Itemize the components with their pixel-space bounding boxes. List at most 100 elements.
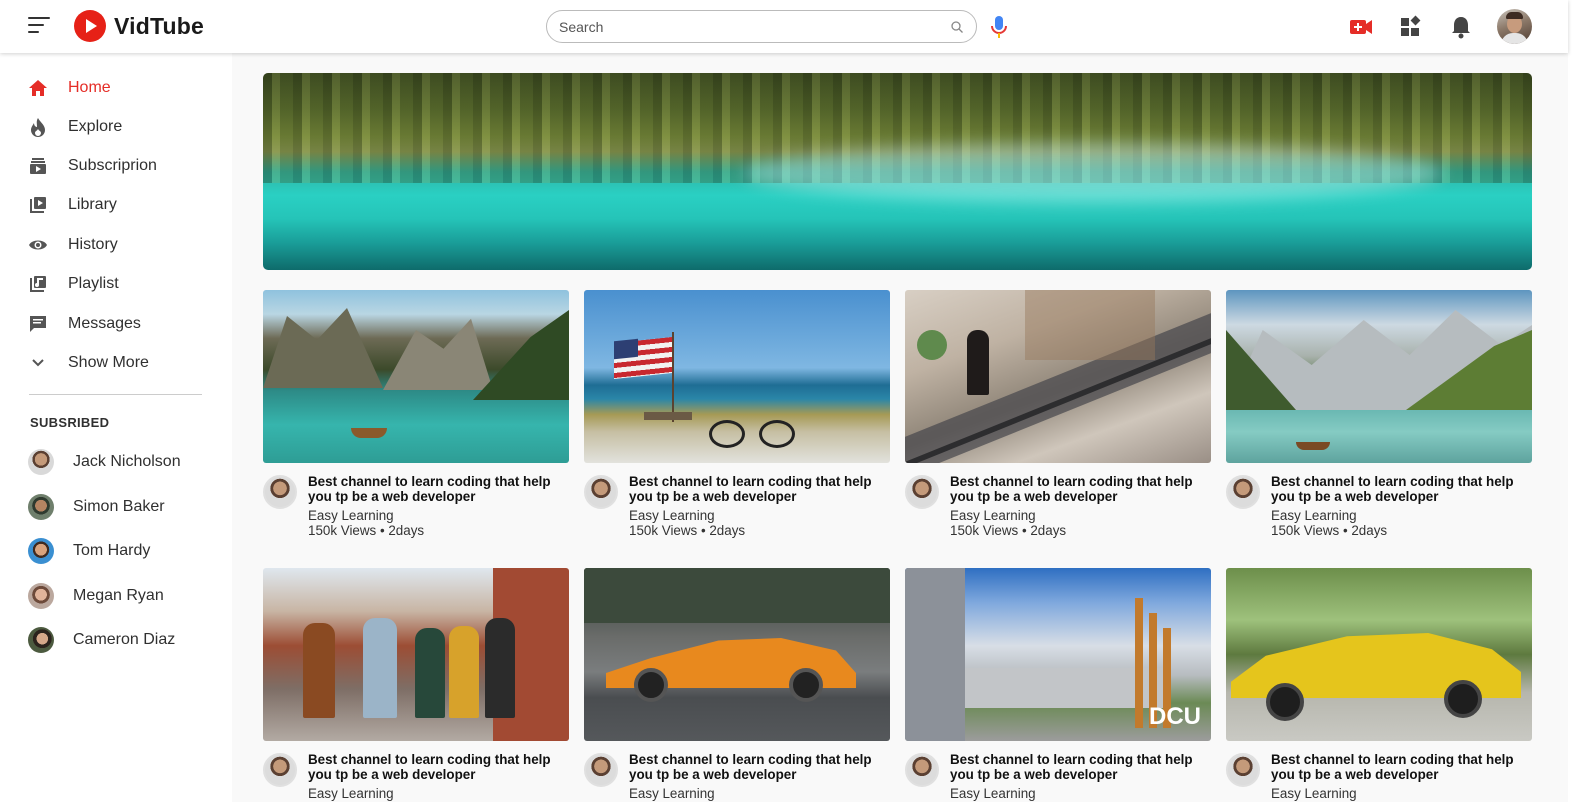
video-card[interactable]: Best channel to learn coding that help y… [1226,290,1533,538]
hero-banner[interactable] [263,73,1532,270]
video-card[interactable]: Best channel to learn coding that help y… [1226,568,1532,802]
channel-avatar[interactable] [1226,753,1260,787]
sidebar-item-label: History [68,236,118,253]
video-title[interactable]: Best channel to learn coding that help y… [950,474,1212,504]
video-card[interactable]: Best channel to learn coding that help y… [584,568,890,802]
channel-avatar[interactable] [263,475,297,509]
subscription-item[interactable]: Simon Baker [28,492,165,522]
top-header: VidTube [0,0,1568,53]
video-add-icon[interactable] [1348,14,1374,40]
sidebar-item-messages[interactable]: Messages [27,309,207,339]
sidebar-item-show-more[interactable]: Show More [27,348,207,378]
sidebar-item-label: Explore [68,118,123,135]
sidebar-item-home[interactable]: Home [27,73,207,103]
video-card[interactable]: DCU Best channel to learn coding that he… [905,568,1211,802]
sidebar-item-label: Library [68,196,117,213]
app-logo[interactable]: VidTube [74,10,204,42]
sidebar-item-label: Home [68,79,111,96]
channel-avatar[interactable] [263,753,297,787]
sidebar-item-playlist[interactable]: Playlist [27,269,207,299]
channel-avatar[interactable] [905,753,939,787]
channel-name[interactable]: Easy Learning [950,786,1036,801]
video-card[interactable]: Best channel to learn coding that help y… [263,568,569,802]
subscription-name: Tom Hardy [73,542,151,559]
channel-name[interactable]: Easy Learning [950,508,1036,523]
video-thumbnail[interactable]: DCU [905,568,1211,741]
explore-icon [27,116,49,138]
sidebar-item-explore[interactable]: Explore [27,112,207,142]
video-stats: 150k Views • 2days [1271,523,1388,538]
subscribed-heading: SUBSRIBED [30,415,110,430]
avatar [28,583,54,609]
sidebar-item-label: Subscriprion [68,157,157,174]
sidebar-item-subscription[interactable]: Subscriprion [27,151,207,181]
user-avatar[interactable] [1497,9,1532,44]
subscription-name: Jack Nicholson [73,453,181,470]
channel-name[interactable]: Easy Learning [308,508,394,523]
sidebar-item-history[interactable]: History [27,230,207,260]
channel-name[interactable]: Easy Learning [629,786,715,801]
sidebar-item-label: Show More [68,354,149,371]
search-icon[interactable] [950,20,964,34]
video-thumbnail[interactable] [263,290,569,463]
video-stats: 150k Views • 2days [950,523,1067,538]
video-stats: 150k Views • 2days [308,523,425,538]
subscription-name: Simon Baker [73,498,165,515]
subscription-name: Megan Ryan [73,587,164,604]
playlist-icon [27,273,49,295]
chevron-down-icon [27,352,49,374]
avatar [28,449,54,475]
video-card[interactable]: Best channel to learn coding that help y… [584,290,891,538]
sidebar-item-label: Playlist [68,275,119,292]
channel-name[interactable]: Easy Learning [629,508,715,523]
sidebar-divider [29,394,202,395]
channel-name[interactable]: Easy Learning [308,786,394,801]
channel-avatar[interactable] [584,753,618,787]
main-content: Best channel to learn coding that help y… [232,53,1568,802]
video-thumbnail[interactable] [584,290,890,463]
subscription-item[interactable]: Cameron Diaz [28,625,175,655]
sidebar-item-library[interactable]: Library [27,190,207,220]
library-icon [27,194,49,216]
video-thumbnail[interactable] [1226,290,1532,463]
sidebar-item-label: Messages [68,315,141,332]
subscription-item[interactable]: Tom Hardy [28,536,150,566]
play-logo-icon [74,10,106,42]
video-stats: 150k Views • 2days [629,523,746,538]
home-icon [27,77,49,99]
notification-bell-icon[interactable] [1448,14,1474,40]
video-title[interactable]: Best channel to learn coding that help y… [950,752,1212,782]
video-thumbnail[interactable] [1226,568,1532,741]
video-card[interactable]: Best channel to learn coding that help y… [905,290,1212,538]
app-name: VidTube [114,12,204,39]
video-thumbnail[interactable] [905,290,1211,463]
channel-avatar[interactable] [905,475,939,509]
channel-avatar[interactable] [1226,475,1260,509]
subscription-name: Cameron Diaz [73,631,176,648]
video-thumbnail[interactable] [584,568,890,741]
microphone-icon[interactable] [988,14,1010,40]
avatar [28,538,54,564]
search-box [546,10,977,43]
menu-icon[interactable] [28,17,50,35]
subscription-item[interactable]: Jack Nicholson [28,447,181,477]
history-icon [27,234,49,256]
video-card[interactable]: Best channel to learn coding that help y… [263,290,570,538]
video-title[interactable]: Best channel to learn coding that help y… [629,474,891,504]
video-title[interactable]: Best channel to learn coding that help y… [308,752,570,782]
avatar [28,627,54,653]
channel-avatar[interactable] [584,475,618,509]
video-title[interactable]: Best channel to learn coding that help y… [308,474,570,504]
channel-name[interactable]: Easy Learning [1271,508,1357,523]
video-title[interactable]: Best channel to learn coding that help y… [629,752,891,782]
subscription-item[interactable]: Megan Ryan [28,581,164,611]
messages-icon [27,313,49,335]
video-thumbnail[interactable] [263,568,569,741]
apps-icon[interactable] [1398,14,1424,40]
channel-name[interactable]: Easy Learning [1271,786,1357,801]
video-title[interactable]: Best channel to learn coding that help y… [1271,752,1533,782]
avatar [28,494,54,520]
subscription-icon [27,155,49,177]
video-title[interactable]: Best channel to learn coding that help y… [1271,474,1533,504]
search-input[interactable] [559,11,939,42]
